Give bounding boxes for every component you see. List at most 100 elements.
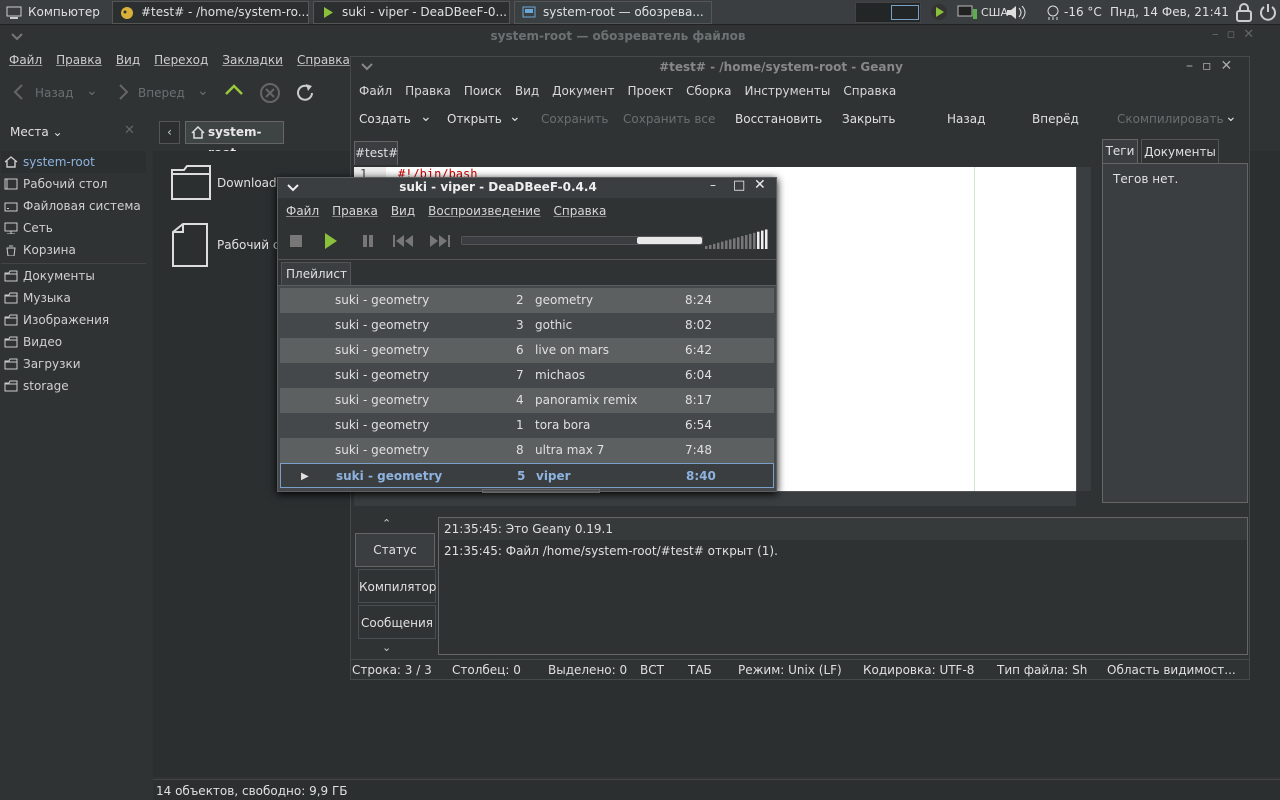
revert-button[interactable]: Восстановить [735, 112, 822, 126]
fm-menu-view[interactable]: Вид [116, 53, 140, 67]
tabs-scroll-up-icon[interactable]: ⌃ [382, 517, 407, 530]
tab-status[interactable]: Статус [355, 533, 435, 567]
geany-window-controls[interactable]: –▫✕ [1186, 58, 1241, 74]
playlist-row[interactable]: suki - geometry 8 ultra max 7 7:48 [280, 438, 774, 463]
reload-icon[interactable] [293, 81, 317, 105]
folder-icon[interactable] [170, 162, 212, 202]
fm-menu-edit[interactable]: Правка [56, 53, 102, 67]
back-arrow-icon[interactable] [12, 83, 26, 101]
sidebar-item-6[interactable]: Музыка [0, 287, 147, 309]
maximize-icon[interactable]: □ [733, 178, 745, 193]
editor-vscrollbar[interactable] [1076, 167, 1091, 491]
geany-menu-project[interactable]: Проект [628, 84, 674, 98]
playlist-row[interactable]: suki - geometry 2 geometry 8:24 [280, 288, 774, 313]
workspace-switcher[interactable] [855, 2, 921, 23]
open-button[interactable]: Открыть [447, 112, 502, 126]
playlist-tab[interactable]: Плейлист [281, 262, 351, 285]
fm-menu-file[interactable]: Файл [9, 53, 42, 67]
sidebar-item-1[interactable]: Рабочий стол [0, 173, 147, 195]
ddb-menu-help[interactable]: Справка [553, 204, 606, 218]
ddb-menu-file[interactable]: Файл [286, 204, 319, 218]
volume-icon[interactable] [1006, 4, 1032, 21]
doc-tab-test[interactable]: #test# [354, 141, 398, 165]
playlist-row[interactable]: suki - geometry 6 live on mars 6:42 [280, 338, 774, 363]
power-icon[interactable] [1258, 2, 1278, 23]
fm-menu-go[interactable]: Переход [154, 53, 208, 67]
fm-menu-bookmarks[interactable]: Закладки [222, 53, 283, 67]
sidebar-item-10[interactable]: storage [0, 375, 147, 397]
forward-arrow-icon[interactable] [116, 83, 130, 101]
playlist-row[interactable]: suki - geometry 3 gothic 8:02 [280, 313, 774, 338]
minimize-icon[interactable]: – [710, 178, 716, 192]
task-deadbeef[interactable]: suki - viper - DeaDBeeF-0... [313, 1, 510, 24]
tab-documents[interactable]: Документы [1141, 139, 1219, 163]
geany-menu-search[interactable]: Поиск [464, 84, 502, 98]
lock-icon[interactable] [1234, 2, 1254, 23]
close-icon[interactable]: ✕ [754, 177, 766, 193]
network-tray-icon[interactable] [956, 4, 978, 21]
playlist-row[interactable]: ▶ suki - geometry 5 viper 8:40 [280, 463, 774, 488]
sidebar-item-8[interactable]: Видео [0, 331, 147, 353]
fm-forward-button[interactable]: Вперед [138, 86, 185, 100]
sidebar-item-3[interactable]: Сеть [0, 217, 147, 239]
seekbar[interactable] [461, 236, 703, 245]
sidebar-item-9[interactable]: Загрузки [0, 353, 147, 375]
task-geany[interactable]: #test# - /home/system-ro... [112, 1, 309, 24]
pause-icon[interactable] [361, 234, 375, 248]
up-arrow-icon[interactable] [224, 83, 244, 97]
clock[interactable]: Пнд, 14 Фев, 21:41 [1110, 5, 1229, 19]
fm-window-controls[interactable]: –▫✕ [1212, 27, 1262, 42]
sidebar-item-0[interactable]: system-root [0, 151, 147, 173]
deadbeef-tray-icon[interactable] [930, 3, 948, 21]
path-left-button[interactable]: ‹ [159, 121, 180, 144]
close-button[interactable]: Закрыть [842, 112, 895, 126]
playlist-row[interactable]: suki - geometry 1 tora bora 6:54 [280, 413, 774, 438]
sidebar-item-7[interactable]: Изображения [0, 309, 147, 331]
open-dropdown-icon[interactable]: ⌄ [509, 109, 521, 125]
file-icon[interactable] [170, 222, 210, 268]
geany-menu-view[interactable]: Вид [515, 84, 539, 98]
sidebar-item-2[interactable]: Файловая система [0, 195, 147, 217]
toolbar-overflow-icon[interactable]: ⌄ [1225, 109, 1237, 125]
ddb-menu-edit[interactable]: Правка [332, 204, 378, 218]
workspace-active[interactable] [891, 5, 919, 20]
tab-messages[interactable]: Сообщения [358, 605, 436, 639]
volume-bar[interactable] [705, 229, 773, 251]
geany-menu-document[interactable]: Документ [552, 84, 614, 98]
computer-menu[interactable]: Компьютер [4, 3, 100, 22]
playlist-row[interactable]: suki - geometry 4 panoramix remix 8:17 [280, 388, 774, 413]
save-all-button[interactable]: Сохранить все [623, 112, 715, 126]
geany-menu-edit[interactable]: Правка [405, 84, 451, 98]
new-dropdown-icon[interactable]: ⌄ [420, 109, 432, 125]
geany-menu-file[interactable]: Файл [359, 84, 392, 98]
keyboard-layout[interactable]: США [981, 6, 1008, 19]
sidebar-item-5[interactable]: Документы [0, 265, 147, 287]
back-dropdown-icon[interactable]: ⌄ [86, 83, 98, 99]
geany-menu-build[interactable]: Сборка [686, 84, 731, 98]
save-button[interactable]: Сохранить [541, 112, 609, 126]
compile-button[interactable]: Скомпилировать [1117, 112, 1224, 126]
file-desktop[interactable]: Рабочий с [217, 238, 279, 252]
stop-icon[interactable] [289, 234, 303, 248]
sidebar-item-4[interactable]: Корзина [0, 239, 147, 261]
places-selector[interactable]: Места ⌄ [10, 125, 63, 139]
nav-back-button[interactable]: Назад [947, 112, 985, 126]
playlist-row[interactable]: suki - geometry 7 michaos 6:04 [280, 363, 774, 388]
ddb-menu-view[interactable]: Вид [391, 204, 415, 218]
geany-menu-tools[interactable]: Инструменты [744, 84, 830, 98]
geany-menu-help[interactable]: Справка [843, 84, 896, 98]
file-downloads[interactable]: Downloads [217, 176, 283, 190]
next-icon[interactable] [429, 234, 451, 248]
play-icon[interactable] [324, 232, 338, 250]
task-file-manager[interactable]: system-root — обозрева... [514, 1, 712, 24]
tab-tags[interactable]: Теги [1102, 139, 1138, 163]
tab-compiler[interactable]: Компилятор [358, 569, 436, 603]
fm-back-button[interactable]: Назад [35, 86, 73, 100]
nav-forward-button[interactable]: Вперёд [1032, 112, 1079, 126]
editor-hscrollbar[interactable] [354, 491, 1076, 506]
tabs-scroll-down-icon[interactable]: ⌄ [382, 641, 391, 654]
close-sidebar-icon[interactable]: ✕ [124, 123, 135, 138]
fm-menu-help[interactable]: Справка [297, 53, 350, 67]
forward-dropdown-icon[interactable]: ⌄ [197, 83, 209, 99]
playlist-hscrollbar[interactable] [482, 489, 600, 493]
